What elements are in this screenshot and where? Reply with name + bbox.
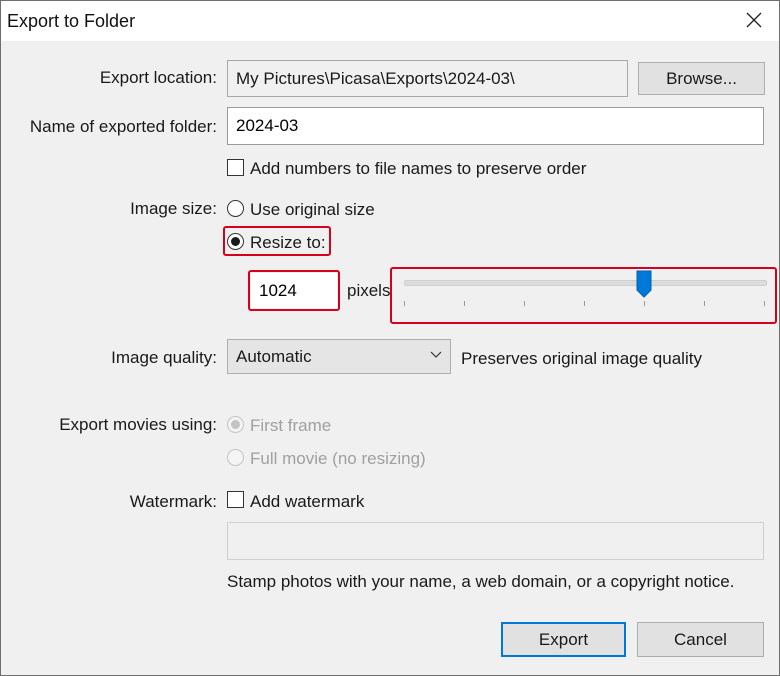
image-quality-label: Image quality: (111, 348, 217, 367)
close-icon[interactable] (743, 9, 765, 31)
browse-button[interactable]: Browse... (638, 62, 765, 95)
folder-name-label: Name of exported folder: (29, 117, 217, 136)
watermark-hint: Stamp photos with your name, a web domai… (227, 572, 735, 591)
add-watermark-label[interactable]: Add watermark (250, 492, 364, 512)
slider-track[interactable] (404, 280, 767, 286)
full-movie-label: Full movie (no resizing) (250, 449, 426, 468)
slider-tick (584, 301, 585, 306)
cancel-button[interactable]: Cancel (637, 622, 764, 657)
size-slider[interactable] (393, 269, 774, 322)
slider-tick (524, 301, 525, 306)
export-button[interactable]: Export (501, 622, 626, 657)
pixels-input[interactable] (251, 273, 337, 308)
pixels-unit-label: pixels (347, 281, 391, 300)
export-location-field: My Pictures\Picasa\Exports\2024-03\ (227, 60, 628, 97)
resize-to-label[interactable]: Resize to: (250, 233, 326, 253)
add-watermark-checkbox[interactable] (227, 491, 244, 508)
slider-tick (704, 301, 705, 306)
original-size-radio[interactable] (227, 200, 244, 217)
title-bar: Export to Folder (1, 1, 779, 41)
resize-to-radio[interactable] (227, 233, 244, 250)
export-dialog: Export to Folder Export location: My Pic… (0, 0, 780, 676)
image-quality-value: Automatic (236, 346, 312, 366)
image-size-label: Image size: (130, 199, 217, 218)
original-size-label[interactable]: Use original size (250, 200, 375, 220)
slider-tick (404, 301, 405, 306)
watermark-label: Watermark: (129, 492, 217, 511)
chevron-down-icon (430, 351, 442, 358)
slider-tick (464, 301, 465, 306)
image-quality-select[interactable]: Automatic (227, 339, 451, 374)
first-frame-radio (227, 416, 244, 433)
add-numbers-checkbox[interactable] (227, 159, 244, 176)
slider-thumb[interactable] (636, 270, 652, 298)
image-quality-description: Preserves original image quality (461, 349, 702, 368)
folder-name-input[interactable] (227, 107, 764, 145)
full-movie-radio (227, 449, 244, 466)
export-movies-label: Export movies using: (59, 415, 217, 434)
first-frame-label: First frame (250, 416, 332, 435)
window-title: Export to Folder (7, 11, 136, 31)
slider-tick (764, 301, 765, 306)
watermark-text-input (227, 522, 764, 560)
add-numbers-label[interactable]: Add numbers to file names to preserve or… (250, 159, 586, 179)
export-location-label: Export location: (99, 68, 217, 87)
slider-tick (644, 301, 645, 306)
